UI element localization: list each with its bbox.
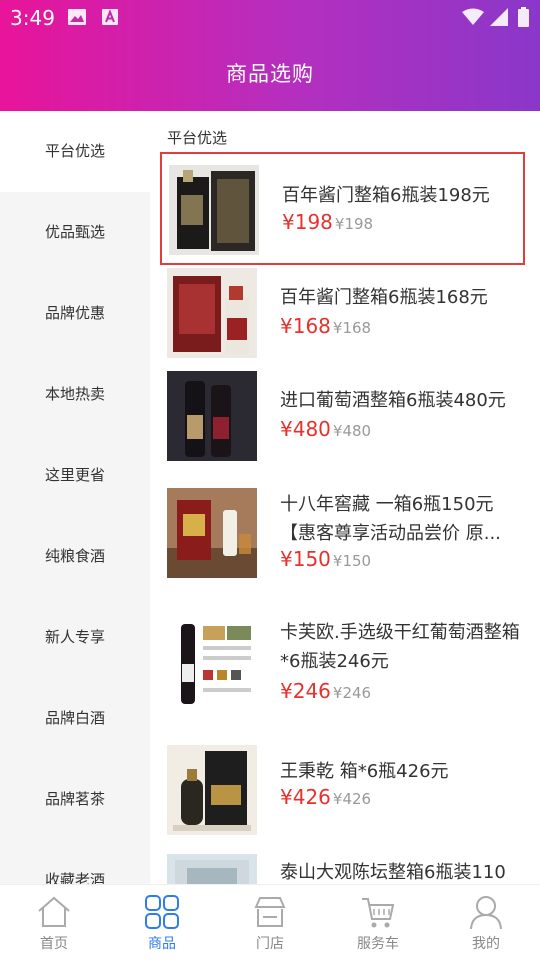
product-name: 进口葡萄酒整箱6瓶装480元 [280, 390, 506, 411]
sidebar-item-label: 品牌优惠 [44, 304, 105, 322]
product-original-price: ¥198 [334, 215, 374, 233]
product-image [167, 268, 257, 358]
product-price: ¥426 [280, 785, 331, 809]
product-price: ¥198 [282, 210, 333, 234]
product-image [167, 745, 257, 835]
product-card[interactable]: 王秉乾 箱*6瓶426元 ¥426 ¥426 [160, 745, 525, 837]
product-name: 十八年窖藏 一箱6瓶150元【惠客尊享活动品尝价 原... [280, 494, 501, 544]
bottom-tab-bar: 首页 商品 门店 服务车 我的 [0, 884, 540, 960]
tab-home[interactable]: 首页 [0, 885, 108, 960]
product-card[interactable]: 泰山大观陈坛整箱6瓶装110 [160, 854, 525, 884]
sidebar-item-label: 新人专享 [44, 628, 105, 646]
product-original-price: ¥246 [332, 684, 372, 702]
tab-stores[interactable]: 门店 [216, 885, 324, 960]
product-name: 王秉乾 箱*6瓶426元 [280, 761, 449, 782]
product-price: ¥150 [280, 547, 331, 571]
sidebar-item-new-user[interactable]: 新人专享 [0, 597, 150, 678]
home-icon [38, 896, 70, 927]
product-price: ¥480 [280, 417, 331, 441]
product-price: ¥246 [280, 679, 331, 703]
product-list: 平台优选 百年酱门整箱6瓶装198元 ¥198 ¥198 百年酱门整箱6瓶装16… [150, 111, 540, 884]
sidebar-item-label: 本地热卖 [44, 385, 105, 403]
category-sidebar: 平台优选 优品甄选 品牌优惠 本地热卖 这里更省 纯粮食酒 新人专享 品牌白酒 … [0, 111, 150, 884]
sidebar-item-brand-deals[interactable]: 品牌优惠 [0, 273, 150, 354]
tab-label: 门店 [256, 936, 284, 952]
product-name: 百年酱门整箱6瓶装198元 [282, 185, 490, 206]
image-notification-icon [68, 9, 86, 29]
sidebar-item-brand-baijiu[interactable]: 品牌白酒 [0, 678, 150, 759]
tab-label: 商品 [148, 936, 176, 952]
product-original-price: ¥168 [332, 319, 372, 337]
sidebar-item-label: 品牌茗茶 [44, 790, 105, 808]
product-card[interactable]: 进口葡萄酒整箱6瓶装480元 ¥480 ¥480 [160, 371, 525, 463]
product-name: 百年酱门整箱6瓶装168元 [280, 287, 488, 308]
product-card[interactable]: 卡芙欧.手选级干红葡萄酒整箱*6瓶装246元 ¥246 ¥246 [160, 616, 525, 708]
product-price: ¥168 [280, 314, 331, 338]
status-bar: 3:49 [0, 0, 540, 36]
section-title: 平台优选 [167, 129, 228, 147]
page-title: 商品选购 [226, 62, 314, 86]
cart-icon [362, 898, 395, 928]
sidebar-item-label: 平台优选 [44, 142, 105, 160]
product-name: 卡芙欧.手选级干红葡萄酒整箱*6瓶装246元 [280, 622, 520, 672]
product-original-price: ¥150 [332, 552, 372, 570]
product-image [169, 165, 259, 255]
product-image [167, 488, 257, 578]
sidebar-item-grain-liquor[interactable]: 纯粮食酒 [0, 516, 150, 597]
battery-icon [518, 7, 529, 31]
sidebar-item-label: 纯粮食酒 [44, 547, 105, 565]
sidebar-item-label: 优品甄选 [44, 223, 105, 241]
sidebar-item-local-hot[interactable]: 本地热卖 [0, 354, 150, 435]
sidebar-item-more-savings[interactable]: 这里更省 [0, 435, 150, 516]
a-notification-icon [102, 9, 118, 29]
tab-label: 我的 [472, 936, 500, 952]
tab-profile[interactable]: 我的 [432, 885, 540, 960]
sidebar-item-vintage-liquor[interactable]: 收藏老酒 [0, 840, 150, 884]
status-time: 3:49 [10, 6, 55, 30]
product-card[interactable]: 百年酱门整箱6瓶装198元 ¥198 ¥198 [160, 152, 525, 265]
product-card[interactable]: 百年酱门整箱6瓶装168元 ¥168 ¥168 [160, 268, 525, 360]
product-original-price: ¥480 [332, 422, 372, 440]
sidebar-item-label: 这里更省 [44, 466, 105, 484]
sidebar-item-label: 品牌白酒 [44, 709, 105, 727]
wifi-icon [462, 8, 484, 30]
sidebar-item-label: 收藏老酒 [44, 871, 105, 884]
product-image [167, 616, 257, 706]
tab-cart[interactable]: 服务车 [324, 885, 432, 960]
product-card[interactable]: 十八年窖藏 一箱6瓶150元【惠客尊享活动品尝价 原... ¥150 ¥150 [160, 488, 525, 580]
product-image [167, 371, 257, 461]
header: 3:49 商品选购 [0, 0, 540, 111]
product-image [167, 854, 257, 884]
grid-icon [145, 895, 179, 929]
user-icon [470, 896, 502, 929]
signal-icon [490, 8, 508, 30]
sidebar-item-brand-tea[interactable]: 品牌茗茶 [0, 759, 150, 840]
tab-label: 首页 [40, 936, 68, 952]
sidebar-item-platform-picks[interactable]: 平台优选 [0, 111, 150, 192]
sidebar-item-premium-selection[interactable]: 优品甄选 [0, 192, 150, 273]
tab-label: 服务车 [357, 936, 399, 952]
product-original-price: ¥426 [332, 790, 372, 808]
tab-products[interactable]: 商品 [108, 885, 216, 960]
store-icon [254, 897, 286, 927]
product-name: 泰山大观陈坛整箱6瓶装110 [280, 862, 506, 883]
